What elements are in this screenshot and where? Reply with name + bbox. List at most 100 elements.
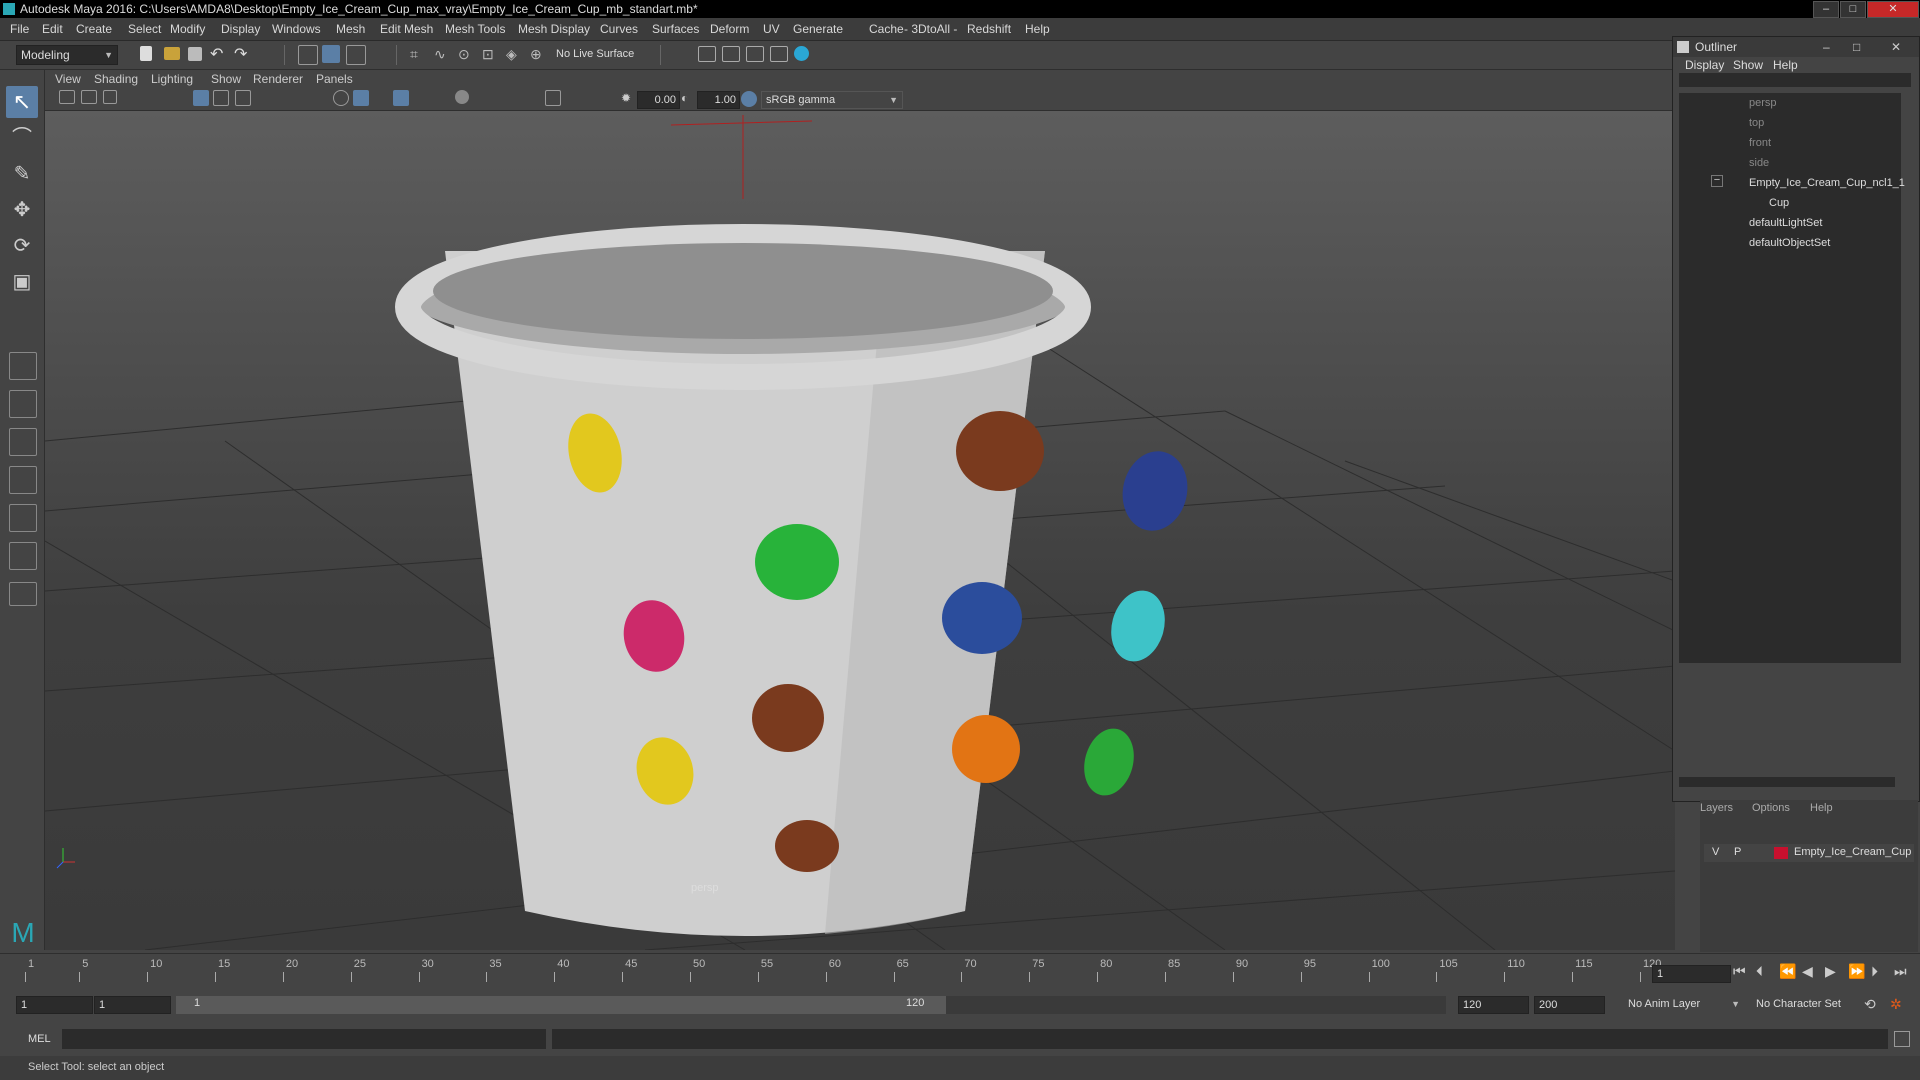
render-frame-icon[interactable] (722, 46, 740, 62)
step-back-frame-icon[interactable]: ⏪ (1779, 963, 1796, 980)
menu-file[interactable]: File (10, 22, 29, 36)
undo-icon[interactable]: ↶ (210, 46, 228, 64)
step-forward-frame-icon[interactable]: ⏩ (1848, 963, 1865, 980)
range-bar[interactable]: 1 120 (176, 996, 946, 1014)
grid-toggle-icon[interactable] (193, 90, 209, 106)
menu-display[interactable]: Display (221, 22, 260, 36)
film-gate-icon[interactable] (213, 90, 229, 106)
menu-surfaces[interactable]: Surfaces (652, 22, 699, 36)
panel-menu-show[interactable]: Show (211, 72, 241, 86)
menu-modify[interactable]: Modify (170, 22, 205, 36)
menu-3dtoall[interactable]: - 3DtoAll - (904, 22, 957, 36)
close-icon[interactable]: ✕ (1891, 37, 1901, 57)
open-scene-icon[interactable] (164, 47, 180, 60)
camera-attributes-icon[interactable] (81, 90, 97, 104)
resolution-gate-icon[interactable] (235, 90, 251, 106)
playback-end-field[interactable]: 120 (1458, 996, 1529, 1014)
panel-menu-panels[interactable]: Panels (316, 72, 353, 86)
menu-create[interactable]: Create (76, 22, 112, 36)
outliner-item-side[interactable]: side (1749, 157, 1769, 169)
step-back-key-icon[interactable]: ⏴ (1756, 963, 1763, 980)
outliner-menu-display[interactable]: Display (1685, 58, 1724, 72)
outliner-tree[interactable]: persp top front side − Empty_Ice_Cream_C… (1679, 93, 1905, 663)
script-language-label[interactable]: MEL (28, 1033, 51, 1045)
outliner-item-default-light-set[interactable]: defaultLightSet (1749, 217, 1822, 229)
make-live-icon[interactable]: ⊕ (530, 46, 548, 64)
paint-select-tool-icon[interactable]: ✎ (6, 158, 38, 190)
persp-outliner-view-icon[interactable] (9, 504, 37, 532)
menu-edit[interactable]: Edit (42, 22, 63, 36)
current-frame-field[interactable]: 1 (1652, 965, 1731, 983)
select-tool-icon[interactable]: ↖ (6, 86, 38, 118)
close-button[interactable]: ✕ (1867, 1, 1919, 18)
render-view-icon[interactable] (698, 46, 716, 62)
range-track[interactable] (946, 996, 1446, 1014)
menu-mesh[interactable]: Mesh (336, 22, 365, 36)
layer-name[interactable]: Empty_Ice_Cream_Cup (1794, 846, 1911, 858)
panel-menu-lighting[interactable]: Lighting (151, 72, 193, 86)
outliner-hscrollbar[interactable] (1679, 777, 1895, 787)
lasso-tool-icon[interactable]: ⌒ (6, 122, 38, 154)
viewport-persp[interactable]: persp (45, 111, 1675, 950)
scale-tool-icon[interactable]: ▣ (6, 266, 38, 298)
panel-menu-shading[interactable]: Shading (94, 72, 138, 86)
step-forward-key-icon[interactable]: ⏵ (1871, 963, 1878, 980)
persp-graph-view-icon[interactable] (9, 466, 37, 494)
outliner-item-cup[interactable]: Cup (1769, 197, 1789, 209)
outliner-item-top[interactable]: top (1749, 117, 1764, 129)
scene-canvas[interactable] (45, 111, 1675, 950)
render-settings-icon[interactable] (770, 46, 788, 62)
single-view-icon[interactable] (9, 352, 37, 380)
menu-uv[interactable]: UV (763, 22, 780, 36)
menu-help[interactable]: Help (1025, 22, 1050, 36)
menu-windows[interactable]: Windows (272, 22, 321, 36)
minimize-button[interactable]: – (1813, 1, 1839, 18)
layers-menu-options[interactable]: Options (1752, 802, 1790, 814)
outliner-item-default-object-set[interactable]: defaultObjectSet (1749, 237, 1830, 249)
outliner-view-icon[interactable] (9, 542, 37, 570)
new-scene-icon[interactable] (140, 46, 152, 61)
go-to-start-icon[interactable]: ⏮ (1733, 963, 1746, 980)
colorspace-dropdown[interactable]: sRGB gamma ▼ (761, 91, 903, 109)
side-by-side-view-icon[interactable] (9, 428, 37, 456)
menuset-dropdown[interactable]: Modeling ▼ (16, 45, 118, 65)
menu-mesh-display[interactable]: Mesh Display (518, 22, 590, 36)
gamma-field[interactable]: 1.00 (697, 91, 740, 109)
exposure-field[interactable]: 0.00 (637, 91, 680, 109)
play-backwards-icon[interactable]: ◀ (1802, 963, 1813, 980)
ipr-render-icon[interactable] (746, 46, 764, 62)
layout-shelf-icon[interactable] (9, 582, 37, 606)
snap-curve-icon[interactable]: ∿ (434, 46, 452, 64)
menu-generate[interactable]: Generate (793, 22, 843, 36)
script-editor-icon[interactable] (1894, 1031, 1910, 1047)
menu-redshift[interactable]: Redshift (967, 22, 1011, 36)
color-management-icon[interactable] (741, 91, 757, 107)
command-input[interactable] (62, 1029, 546, 1049)
rotate-tool-icon[interactable]: ⟳ (6, 230, 38, 262)
play-forwards-icon[interactable]: ▶ (1825, 963, 1836, 980)
snap-view-icon[interactable]: ⊡ (482, 46, 500, 64)
menu-edit-mesh[interactable]: Edit Mesh (380, 22, 433, 36)
time-slider[interactable]: 1 5 10 15 20 25 30 35 40 45 50 55 60 65 70 75 80 85 90 95 10… (0, 953, 1920, 988)
character-set-dropdown[interactable]: No Character Set (1752, 996, 1874, 1012)
preferences-icon[interactable]: ✲ (1890, 996, 1902, 1013)
textured-icon[interactable] (393, 90, 409, 106)
four-view-icon[interactable] (9, 390, 37, 418)
layer-visibility[interactable]: V (1712, 846, 1719, 858)
layer-row[interactable]: V P Empty_Ice_Cream_Cup (1704, 844, 1914, 862)
camera-select-icon[interactable] (59, 90, 75, 104)
anim-end-field[interactable]: 200 (1534, 996, 1605, 1014)
outliner-item-persp[interactable]: persp (1749, 97, 1777, 109)
shadows-icon[interactable] (455, 90, 469, 104)
redo-icon[interactable]: ↷ (234, 46, 252, 64)
menu-cache[interactable]: Cache (869, 22, 904, 36)
snap-surface-icon[interactable]: ◈ (506, 46, 524, 64)
auto-key-icon[interactable]: ⟲ (1864, 996, 1876, 1013)
panel-menu-renderer[interactable]: Renderer (253, 72, 303, 86)
menu-select[interactable]: Select (128, 22, 161, 36)
wireframe-icon[interactable] (333, 90, 349, 106)
playback-start-field[interactable]: 1 (94, 996, 171, 1014)
collapse-toggle[interactable]: − (1711, 175, 1723, 187)
isolate-select-icon[interactable] (545, 90, 561, 106)
smooth-shade-icon[interactable] (353, 90, 369, 106)
